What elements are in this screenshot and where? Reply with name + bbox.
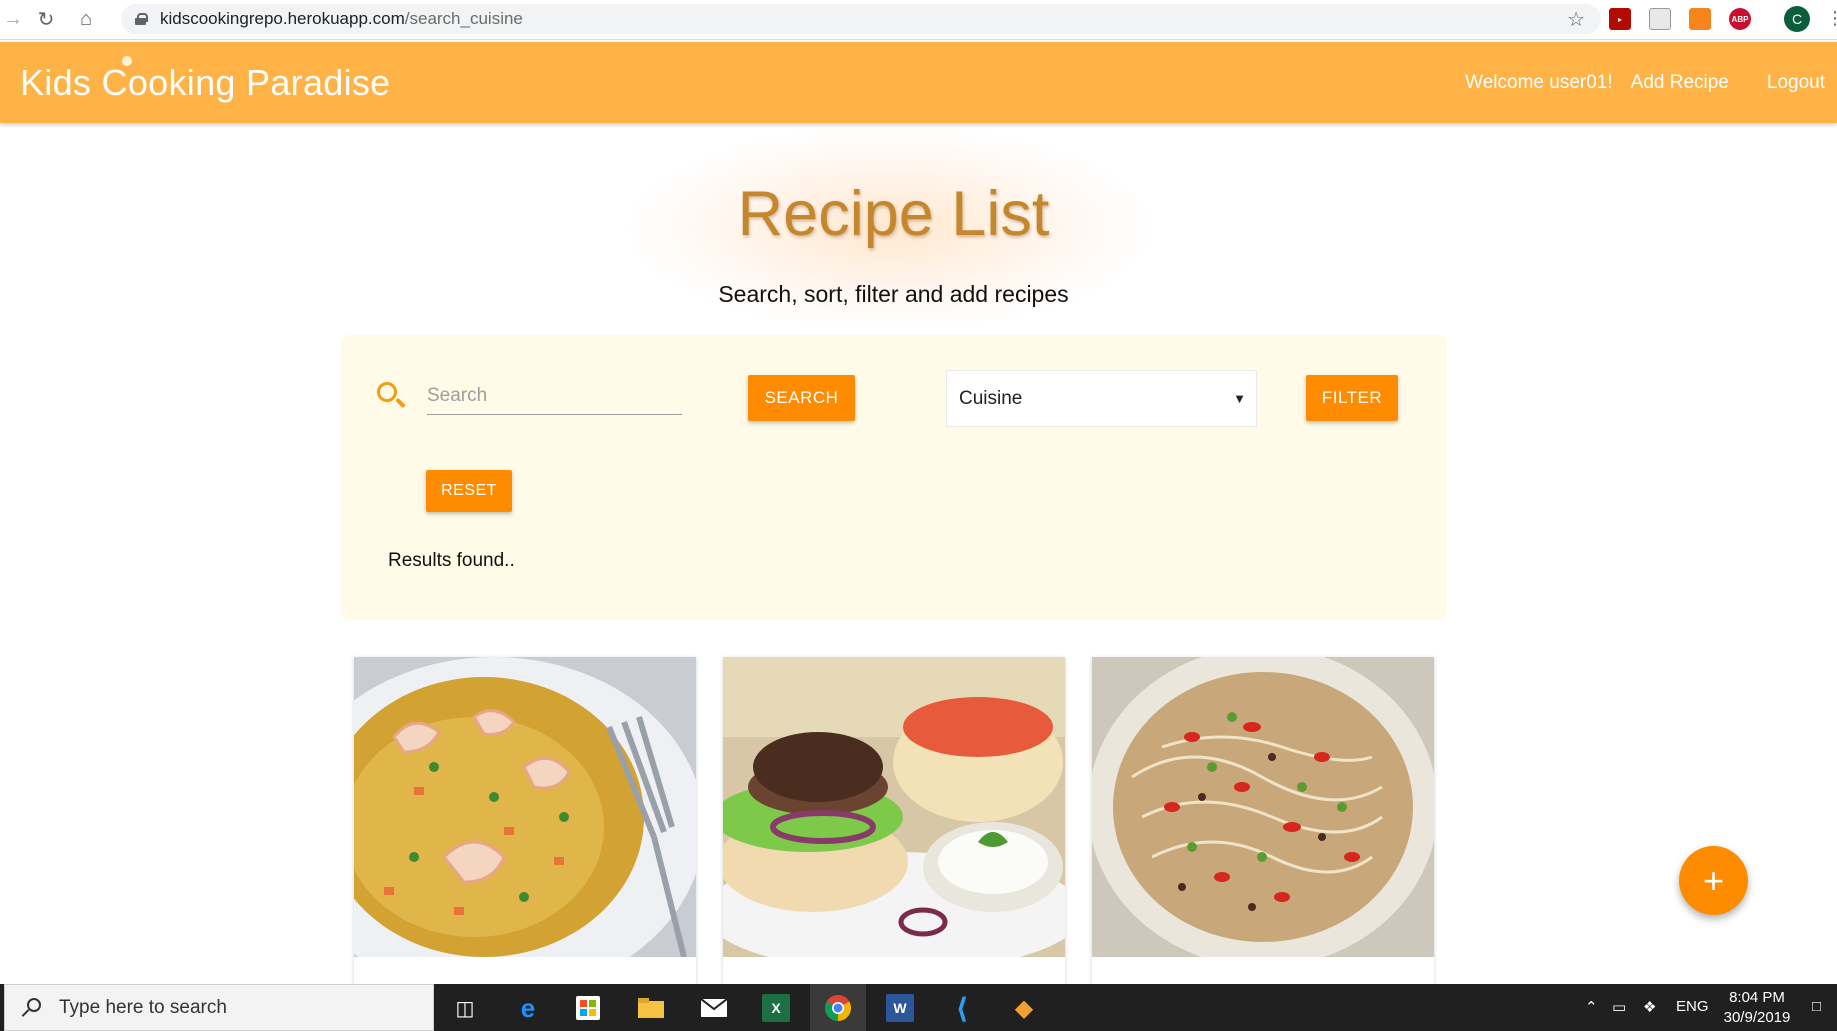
adblock-extension-icon[interactable]: ABP — [1729, 8, 1751, 30]
page-subtitle: Search, sort, filter and add recipes — [718, 281, 1069, 307]
fox-extension-icon[interactable] — [1689, 8, 1711, 30]
recipe-image-noodle-salad[interactable] — [1092, 657, 1434, 957]
notification-icon[interactable]: □ — [1812, 998, 1821, 1015]
filter-button[interactable]: FILTER — [1306, 375, 1398, 421]
menu-kebab-icon[interactable]: ⋮ — [1826, 8, 1837, 29]
chrome-icon[interactable] — [824, 994, 852, 1022]
task-view-icon[interactable]: ◫ — [451, 994, 479, 1022]
document-extension-icon[interactable] — [1649, 8, 1671, 30]
home-icon[interactable]: ⌂ — [66, 0, 106, 40]
back-arrow-icon[interactable]: → — [0, 0, 26, 40]
mail-icon[interactable] — [700, 994, 728, 1022]
lock-icon — [135, 13, 148, 25]
recipe-card[interactable] — [354, 657, 696, 987]
file-explorer-icon[interactable] — [637, 994, 665, 1022]
taskbar-clock[interactable]: 8:04 PM 30/9/2019 — [1718, 988, 1796, 1028]
store-icon[interactable] — [576, 996, 600, 1020]
battery-icon[interactable]: ▭ — [1612, 998, 1626, 1016]
taskbar-search-box[interactable]: Type here to search — [4, 984, 434, 1031]
dropbox-icon[interactable]: ❖ — [1643, 998, 1656, 1016]
bookmark-star-icon[interactable]: ☆ — [1567, 7, 1585, 32]
page-title: Recipe List — [737, 179, 1050, 249]
recipe-card[interactable] — [1092, 657, 1434, 987]
clock-time: 8:04 PM — [1729, 989, 1785, 1006]
plus-icon: + — [1702, 859, 1725, 901]
brand-logo[interactable]: Kids Cooking Paradise — [20, 62, 391, 104]
cuisine-select[interactable]: Cuisine ▼ — [946, 370, 1257, 427]
vscode-icon[interactable]: ⟨ — [948, 993, 976, 1024]
taskbar-search-icon — [21, 997, 43, 1019]
recipe-image-burger[interactable] — [723, 657, 1065, 957]
git-kraken-icon[interactable]: ◆ — [1010, 994, 1038, 1022]
search-panel: SEARCH Cuisine ▼ FILTER RESET Results fo… — [341, 335, 1447, 620]
reset-button[interactable]: RESET — [426, 470, 512, 512]
recipe-image-fried-rice[interactable] — [354, 657, 696, 957]
logout-link[interactable]: Logout — [1767, 72, 1825, 94]
taskbar-search-placeholder: Type here to search — [59, 996, 227, 1018]
language-indicator[interactable]: ENG — [1676, 998, 1709, 1015]
address-bar[interactable]: kidscookingrepo.herokuapp.com/search_cui… — [121, 4, 1601, 34]
clock-date: 30/9/2019 — [1723, 1009, 1791, 1026]
add-recipe-fab[interactable]: + — [1679, 846, 1748, 915]
browser-toolbar: → ↻ ⌂ kidscookingrepo.herokuapp.com/sear… — [0, 0, 1837, 40]
header-nav: Welcome user01! Add Recipe Logout — [1465, 72, 1825, 94]
dropdown-arrow-icon: ▼ — [1233, 391, 1246, 406]
chef-hat-icon — [122, 56, 132, 66]
site-header: Kids Cooking Paradise Welcome user01! Ad… — [0, 42, 1837, 123]
search-icon — [375, 380, 407, 412]
reload-icon[interactable]: ↻ — [26, 0, 66, 40]
edge-browser-icon[interactable]: e — [514, 993, 542, 1023]
welcome-text: Welcome user01! — [1465, 72, 1613, 93]
results-status: Results found.. — [388, 550, 515, 571]
search-button[interactable]: SEARCH — [748, 375, 855, 421]
cuisine-select-value: Cuisine — [959, 387, 1023, 409]
windows-taskbar: Type here to search ◫ e X W ⟨ ◆ ⌃ ▭ ❖ EN… — [0, 984, 1837, 1031]
profile-avatar[interactable]: C — [1784, 6, 1810, 32]
pdf-extension-icon[interactable]: ▸ — [1609, 8, 1631, 30]
tray-chevron-icon[interactable]: ⌃ — [1585, 998, 1598, 1016]
url-text[interactable]: kidscookingrepo.herokuapp.com/search_cui… — [160, 9, 523, 29]
recipe-card[interactable] — [723, 657, 1065, 987]
word-icon[interactable]: W — [886, 994, 914, 1022]
search-input[interactable] — [427, 377, 682, 415]
excel-icon[interactable]: X — [762, 994, 790, 1022]
add-recipe-link[interactable]: Add Recipe — [1631, 72, 1729, 94]
